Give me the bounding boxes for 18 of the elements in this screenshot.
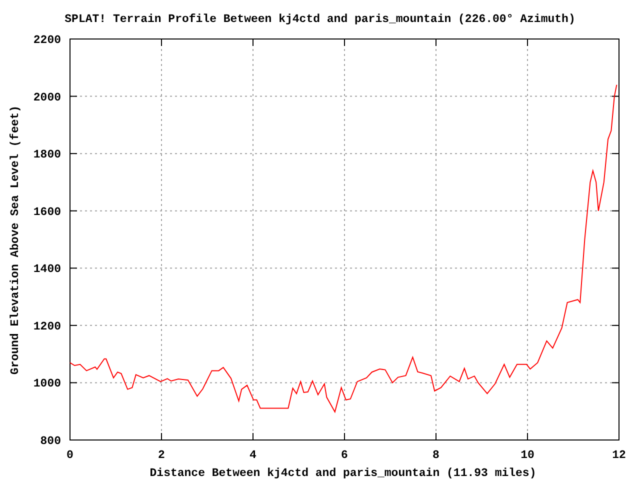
y-tick-label: 1600 [33, 206, 61, 219]
x-tick-label: 10 [520, 449, 534, 462]
y-tick-label: 2200 [33, 34, 61, 47]
y-axis-label: Ground Elevation Above Sea Level (feet) [9, 105, 22, 375]
x-tick-label: 8 [432, 449, 440, 462]
y-tick-label: 1400 [33, 263, 61, 276]
y-tick-label: 1200 [33, 320, 61, 334]
x-tick-label: 0 [66, 449, 74, 462]
x-tick-label: 4 [250, 449, 256, 462]
y-tick-label: 1800 [33, 148, 61, 162]
chart-title: SPLAT! Terrain Profile Between kj4ctd and paris_mountain (226.00° Azimuth) [64, 13, 576, 26]
x-axis-label: Distance Between kj4ctd and paris_mountain (11.93 miles) [150, 467, 536, 480]
x-tick-label: 2 [158, 449, 165, 462]
y-tick-label: 2000 [33, 91, 61, 104]
y-tick-label: 1000 [33, 378, 61, 391]
x-tick-label: 6 [341, 449, 348, 462]
x-tick-label: 12 [612, 449, 626, 462]
y-tick-label: 800 [40, 435, 61, 448]
